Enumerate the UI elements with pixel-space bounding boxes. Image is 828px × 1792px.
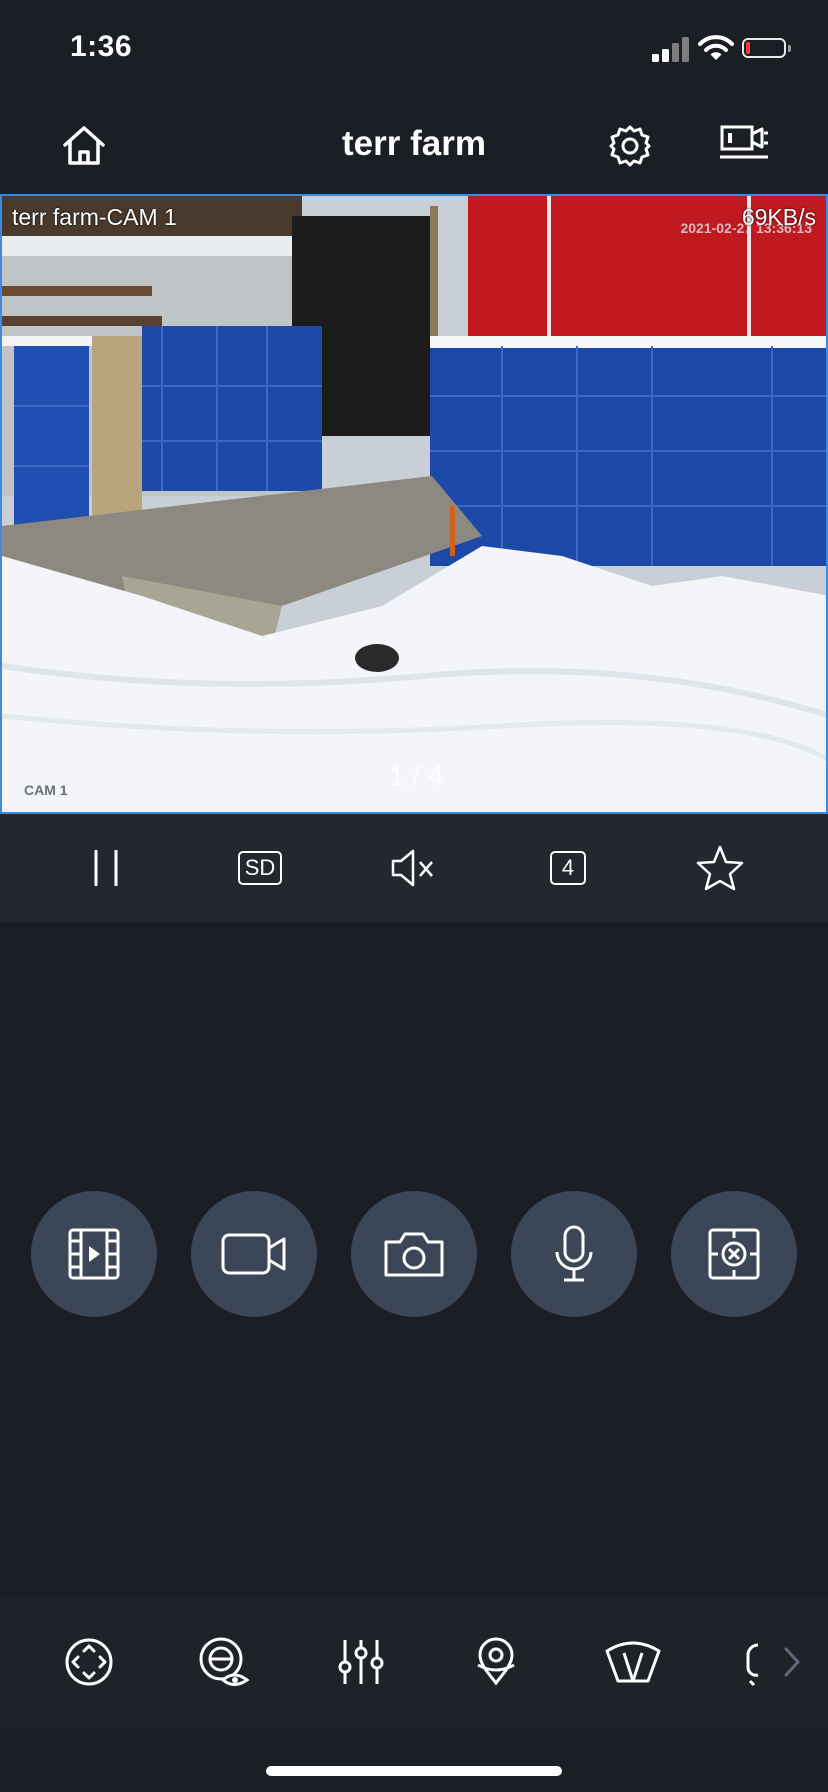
sliders-icon	[338, 1640, 384, 1684]
settings-button[interactable]	[604, 120, 656, 172]
video-feed[interactable]: terr farm-CAM 1 2021-02-27 13:36:13 69KB…	[0, 194, 828, 814]
camera-watermark: CAM 1	[24, 782, 68, 798]
cellular-signal-icon	[652, 36, 690, 62]
wiper-button[interactable]	[603, 1632, 663, 1692]
partial-tool-icon	[746, 1643, 759, 1687]
ptz-reset-button[interactable]	[671, 1191, 797, 1317]
camera-list-icon	[720, 125, 768, 159]
record-button[interactable]	[191, 1191, 317, 1317]
camera-snapshot	[2, 196, 826, 812]
favorite-button[interactable]	[692, 840, 748, 896]
gear-icon	[609, 125, 651, 167]
split-screen-button[interactable]: 4	[540, 840, 596, 896]
more-tools-button[interactable]	[740, 1632, 762, 1692]
direction-pad-icon	[65, 1638, 113, 1686]
wifi-icon	[698, 34, 734, 62]
home-indicator[interactable]	[266, 1766, 562, 1776]
battery-icon	[742, 38, 792, 60]
quality-label: SD	[237, 851, 283, 885]
multi-camera-button[interactable]	[716, 118, 772, 170]
star-icon	[696, 845, 744, 891]
wiper-icon	[605, 1641, 661, 1683]
snapshot-button[interactable]	[351, 1191, 477, 1317]
bitrate-label: 69KB/s	[741, 204, 816, 230]
pause-icon	[94, 850, 118, 886]
speaker-muted-icon	[391, 849, 433, 887]
film-play-icon	[68, 1228, 120, 1280]
talk-button[interactable]	[511, 1191, 637, 1317]
location-pin-icon	[477, 1637, 515, 1686]
playback-button[interactable]	[31, 1191, 157, 1317]
video-camera-icon	[221, 1233, 286, 1275]
camera-name: terr farm-CAM 1	[12, 204, 177, 230]
page-title: terr farm	[342, 124, 486, 163]
microphone-icon	[555, 1225, 593, 1282]
channel-pager: 1 / 4	[388, 760, 444, 791]
scroll-right-button[interactable]	[772, 1632, 812, 1692]
view-mode-button[interactable]	[194, 1632, 254, 1692]
eye-camera-icon	[199, 1637, 250, 1686]
ptz-toolbar	[0, 1598, 828, 1728]
camera-icon	[384, 1232, 444, 1277]
chevron-right-icon	[784, 1647, 801, 1677]
ptz-direction-button[interactable]	[59, 1632, 119, 1692]
image-settings-button[interactable]	[331, 1632, 391, 1692]
pause-button[interactable]	[78, 840, 134, 896]
status-time: 1:36	[70, 30, 133, 63]
mute-button[interactable]	[386, 840, 442, 896]
split-count-label: 4	[549, 851, 587, 885]
target-close-icon	[708, 1228, 760, 1280]
playback-controls: SD 4	[0, 814, 828, 922]
quality-button[interactable]: SD	[232, 840, 288, 896]
preset-position-button[interactable]	[466, 1632, 526, 1692]
